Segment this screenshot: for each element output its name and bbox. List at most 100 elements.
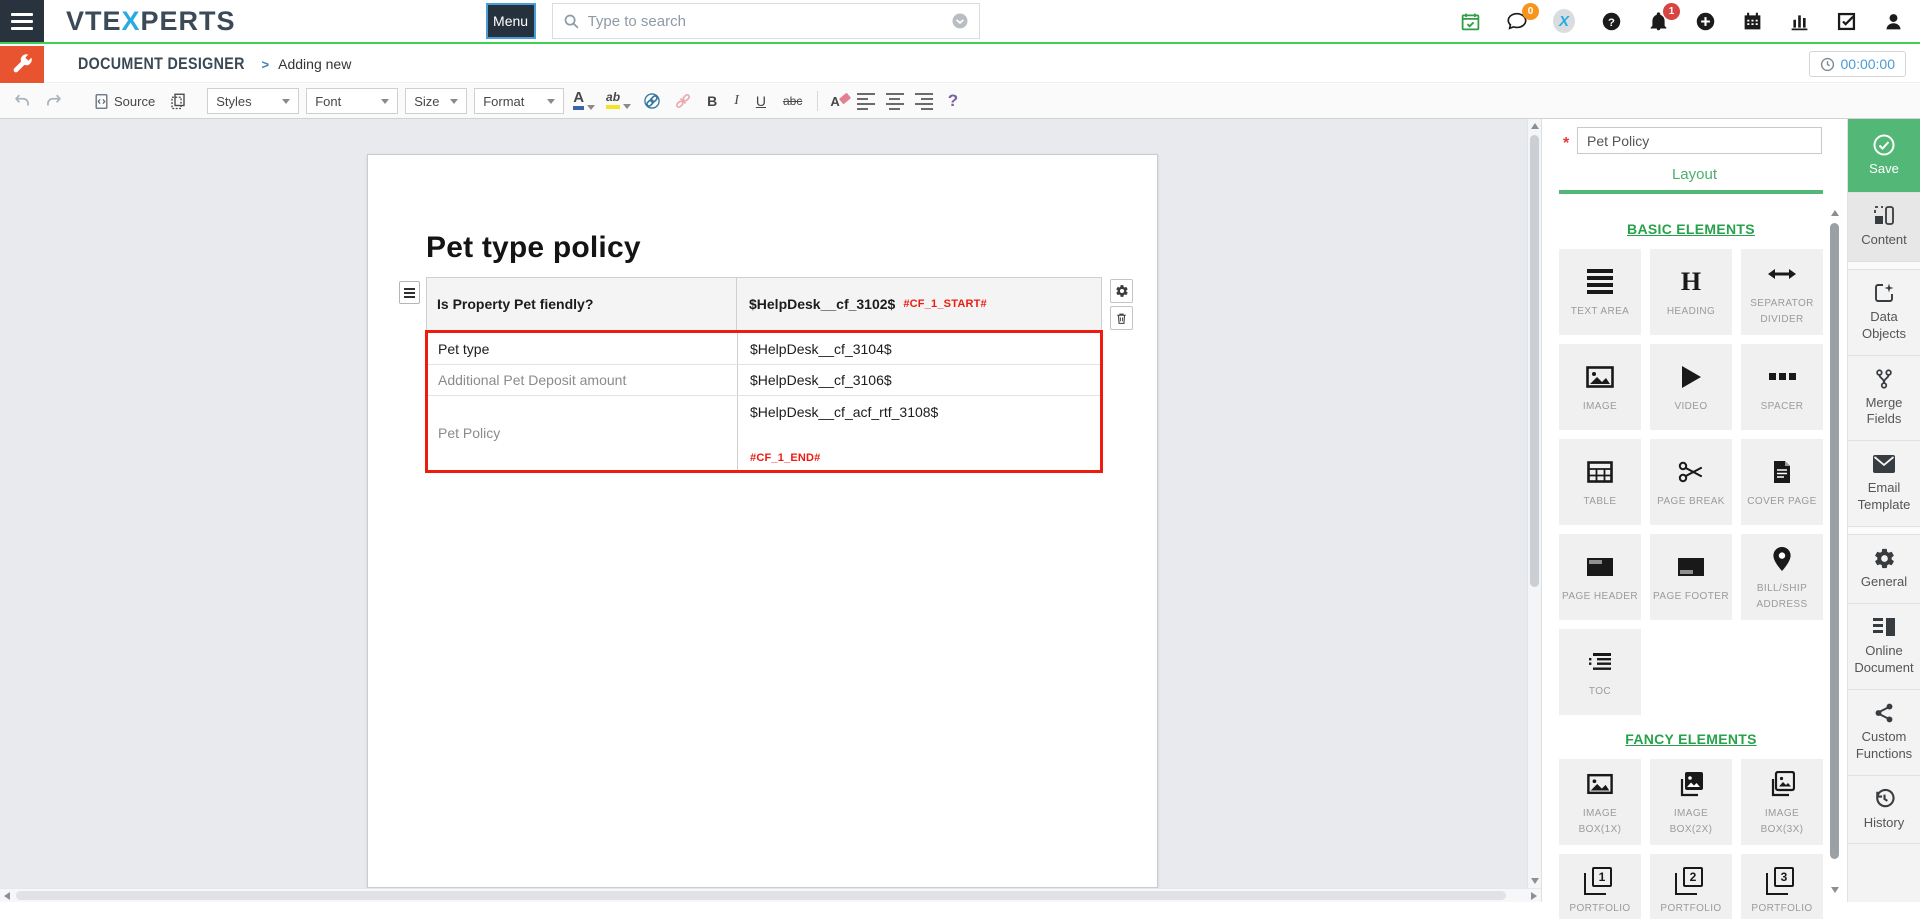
tile-image-box-3x[interactable]: IMAGE BOX(3X) — [1741, 759, 1823, 845]
table-row[interactable]: Is Property Pet fiendly? $HelpDesk__cf_3… — [427, 278, 1101, 330]
templates-icon[interactable] — [166, 89, 190, 113]
canvas-horizontal-scroll-thumb[interactable] — [16, 891, 1506, 900]
breadcrumb-module[interactable]: DOCUMENT DESIGNER — [78, 54, 245, 74]
canvas-horizontal-scrollbar[interactable] — [0, 888, 1541, 902]
calendar-icon[interactable] — [1741, 10, 1763, 32]
quick-create-plus-icon[interactable] — [1694, 10, 1716, 32]
canvas-vertical-scrollbar[interactable] — [1527, 119, 1541, 888]
background-color-button[interactable]: ab — [604, 89, 633, 113]
table-cell-value[interactable]: $HelpDesk__cf_3102$ #CF_1_START# — [737, 278, 1101, 330]
merge-table-block[interactable]: Is Property Pet fiendly? $HelpDesk__cf_3… — [426, 277, 1102, 472]
merge-field-value[interactable]: $HelpDesk__cf_3102$ — [749, 296, 895, 312]
timer-widget[interactable]: 00:00:00 — [1809, 51, 1907, 77]
bold-button[interactable]: B — [702, 93, 722, 109]
reports-chart-icon[interactable] — [1788, 10, 1810, 32]
tile-toc[interactable]: TOC — [1559, 629, 1641, 715]
hamburger-menu-icon[interactable] — [0, 0, 44, 42]
canvas-vertical-scroll-thumb[interactable] — [1530, 135, 1539, 587]
tile-image-box-1x[interactable]: IMAGE BOX(1X) — [1559, 759, 1641, 845]
table-row[interactable]: Additional Pet Deposit amount $HelpDesk_… — [428, 364, 1100, 395]
italic-button[interactable]: I — [729, 93, 744, 109]
help-circle-icon[interactable]: ? — [1600, 10, 1622, 32]
save-button[interactable]: Save — [1848, 119, 1920, 193]
rail-item-custom-functions[interactable]: Custom Functions — [1848, 690, 1920, 776]
user-profile-icon[interactable] — [1882, 10, 1904, 32]
chat-icon[interactable]: 0 — [1506, 10, 1528, 32]
tile-separator-divider[interactable]: SEPARATOR DIVIDER — [1741, 249, 1823, 335]
size-select[interactable]: Size — [405, 88, 467, 114]
scroll-left-icon[interactable] — [0, 889, 14, 902]
tasks-check-square-icon[interactable] — [1835, 10, 1857, 32]
rail-item-history[interactable]: History — [1848, 776, 1920, 845]
merge-field-value[interactable]: $HelpDesk__cf_acf_rtf_3108$ — [750, 404, 938, 420]
link-icon[interactable] — [640, 89, 664, 113]
tile-table[interactable]: TABLE — [1559, 439, 1641, 525]
rail-item-data-objects[interactable]: Data Objects — [1848, 270, 1920, 356]
extension-wrench-icon[interactable] — [0, 46, 44, 83]
tile-spacer[interactable]: SPACER — [1741, 344, 1823, 430]
document-page[interactable]: Pet type policy Is Property Pet fiendly?… — [367, 154, 1158, 888]
tile-portfolio-2x[interactable]: 2 PORTFOLIO (2X) — [1650, 854, 1732, 919]
notifications-bell-icon[interactable]: 1 — [1647, 10, 1669, 32]
underline-button[interactable]: U — [751, 93, 771, 109]
rail-item-general[interactable]: General — [1848, 535, 1920, 604]
table-cell-value[interactable]: $HelpDesk__cf_3106$ — [738, 365, 1100, 395]
scroll-down-icon[interactable] — [1528, 874, 1541, 888]
panel-scrollbar[interactable] — [1829, 207, 1841, 896]
fancy-elements-heading[interactable]: FANCY ELEMENTS — [1559, 731, 1823, 747]
unlink-icon[interactable] — [671, 89, 695, 113]
tile-page-header[interactable]: PAGE HEADER — [1559, 534, 1641, 620]
rail-item-email-template[interactable]: Email Template — [1848, 441, 1920, 527]
text-color-button[interactable]: A — [571, 88, 597, 114]
block-drag-handle-icon[interactable] — [399, 281, 420, 304]
tab-layout[interactable]: Layout — [1542, 166, 1847, 183]
tile-portfolio-1x[interactable]: 1 PORTFOLIO (1X) — [1559, 854, 1641, 919]
search-input[interactable] — [588, 13, 951, 30]
menu-button[interactable]: Menu — [486, 3, 536, 39]
table-cell-label[interactable]: Pet type — [428, 333, 738, 364]
panel-scroll-down-icon[interactable] — [1829, 884, 1841, 896]
table-cell-value[interactable]: $HelpDesk__cf_acf_rtf_3108$ #CF_1_END# — [738, 396, 1100, 470]
panel-scroll-up-icon[interactable] — [1829, 207, 1841, 219]
table-cell-label[interactable]: Pet Policy — [428, 396, 738, 470]
table-cell-value[interactable]: $HelpDesk__cf_3104$ — [738, 333, 1100, 364]
align-left-button[interactable] — [855, 92, 877, 110]
redo-icon[interactable] — [41, 89, 65, 113]
strikethrough-button[interactable]: abc — [778, 94, 807, 108]
events-calendar-check-icon[interactable] — [1459, 10, 1481, 32]
table-cell-label[interactable]: Is Property Pet fiendly? — [427, 278, 737, 330]
editor-help-button[interactable]: ? — [942, 91, 964, 111]
basic-elements-heading[interactable]: BASIC ELEMENTS — [1559, 221, 1823, 237]
merge-table[interactable]: Is Property Pet fiendly? $HelpDesk__cf_3… — [426, 277, 1102, 472]
editor-canvas[interactable]: Pet type policy Is Property Pet fiendly?… — [0, 119, 1541, 902]
tile-image[interactable]: IMAGE — [1559, 344, 1641, 430]
rail-item-merge-fields[interactable]: Merge Fields — [1848, 356, 1920, 442]
block-settings-gear-icon[interactable] — [1110, 279, 1133, 303]
rail-item-online-document[interactable]: Online Document — [1848, 604, 1920, 690]
undo-icon[interactable] — [10, 89, 34, 113]
vtexperts-x-icon[interactable]: X — [1553, 10, 1575, 32]
document-title[interactable]: Pet type policy — [426, 231, 1157, 265]
scroll-up-icon[interactable] — [1528, 119, 1541, 133]
font-select[interactable]: Font — [306, 88, 398, 114]
tile-bill-ship-address[interactable]: BILL/SHIP ADDRESS — [1741, 534, 1823, 620]
align-center-button[interactable] — [884, 92, 906, 110]
table-row[interactable]: Pet type $HelpDesk__cf_3104$ — [428, 333, 1100, 364]
tile-portfolio-3x[interactable]: 3 PORTFOLIO (3X) — [1741, 854, 1823, 919]
panel-scroll-thumb[interactable] — [1830, 223, 1839, 859]
tile-page-break[interactable]: PAGE BREAK — [1650, 439, 1732, 525]
tile-image-box-2x[interactable]: IMAGE BOX(2X) — [1650, 759, 1732, 845]
rail-item-content[interactable]: Content — [1848, 193, 1920, 262]
conditional-field-group[interactable]: Pet type $HelpDesk__cf_3104$ Additional … — [425, 330, 1103, 473]
template-name-input[interactable] — [1577, 127, 1822, 154]
source-button[interactable]: Source — [89, 93, 159, 110]
tile-cover-page[interactable]: COVER PAGE — [1741, 439, 1823, 525]
tile-text-area[interactable]: TEXT AREA — [1559, 249, 1641, 335]
tile-page-footer[interactable]: PAGE FOOTER — [1650, 534, 1732, 620]
styles-select[interactable]: Styles — [207, 88, 299, 114]
block-delete-trash-icon[interactable] — [1110, 306, 1133, 330]
remove-format-button[interactable]: A — [828, 94, 847, 109]
table-cell-label[interactable]: Additional Pet Deposit amount — [428, 365, 738, 395]
tile-heading[interactable]: H HEADING — [1650, 249, 1732, 335]
scroll-right-icon[interactable] — [1527, 889, 1541, 902]
